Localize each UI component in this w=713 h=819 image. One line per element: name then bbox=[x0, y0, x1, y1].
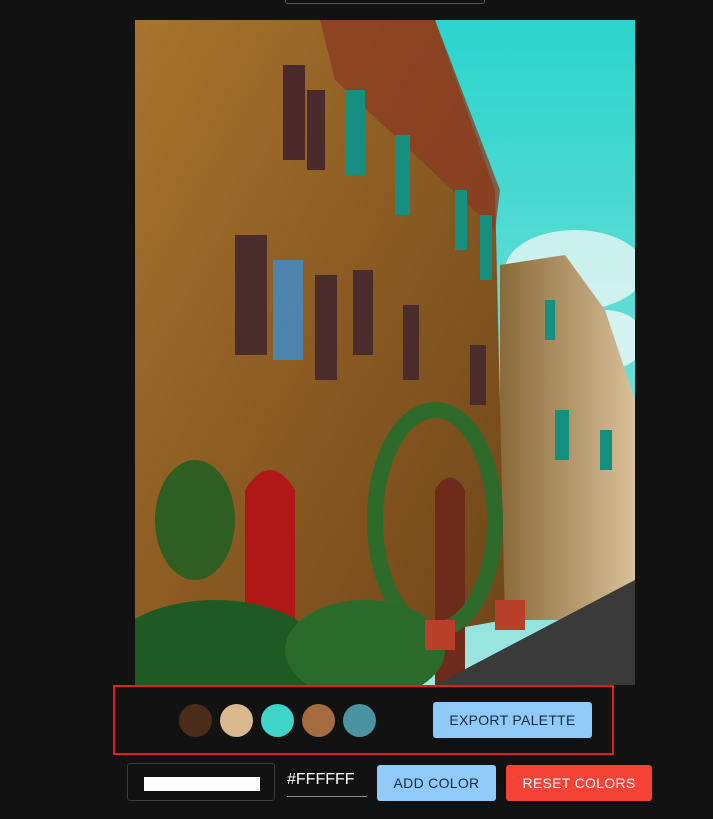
color-swatch[interactable] bbox=[220, 704, 253, 737]
color-picker-preview bbox=[144, 777, 260, 791]
color-swatch[interactable] bbox=[302, 704, 335, 737]
hex-value-input[interactable]: #FFFFFF bbox=[287, 766, 367, 797]
color-swatch[interactable] bbox=[179, 704, 212, 737]
app-page: EXPORT PALETTE #FFFFFF ADD COLOR RESET C… bbox=[0, 0, 713, 819]
export-palette-button[interactable]: EXPORT PALETTE bbox=[433, 702, 592, 738]
color-picker-input[interactable] bbox=[127, 763, 275, 801]
color-controls: #FFFFFF ADD COLOR RESET COLORS bbox=[0, 762, 713, 806]
palette-bar: EXPORT PALETTE bbox=[113, 685, 614, 755]
photo-illustration bbox=[135, 20, 635, 685]
color-swatch[interactable] bbox=[343, 704, 376, 737]
reset-colors-button[interactable]: RESET COLORS bbox=[506, 765, 652, 801]
color-swatch[interactable] bbox=[261, 704, 294, 737]
uploaded-photo bbox=[135, 20, 635, 685]
swatch-list bbox=[179, 704, 376, 737]
top-input-field[interactable] bbox=[285, 0, 485, 4]
add-color-button[interactable]: ADD COLOR bbox=[377, 765, 496, 801]
